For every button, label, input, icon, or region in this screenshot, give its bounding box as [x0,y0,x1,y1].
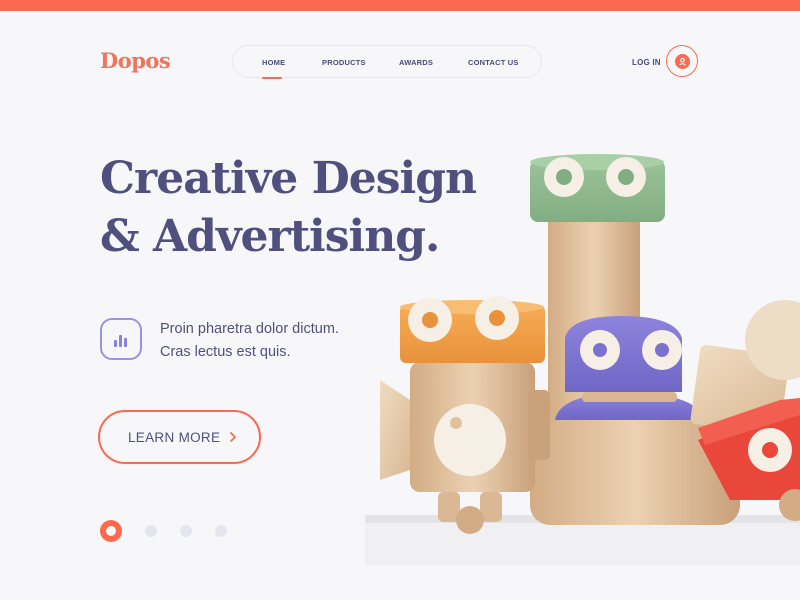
user-icon [674,53,690,69]
pager-dot-3[interactable] [180,525,192,537]
hero-illustration [365,154,800,565]
learn-more-button[interactable]: LEARN MORE [98,410,261,464]
pager-dot-2[interactable] [145,525,157,537]
nav-item-home[interactable]: HOME [262,58,285,67]
feature-description: Proin pharetra dolor dictum. Cras lectus… [160,318,339,364]
user-account-button[interactable] [666,45,698,77]
nav-item-awards[interactable]: AWARDS [399,58,433,67]
feature-line-1: Proin pharetra dolor dictum. [160,321,339,337]
main-nav: HOME PRODUCTS AWARDS CONTACT US [232,45,542,78]
bar-chart-icon [100,318,142,360]
nav-item-products[interactable]: PRODUCTS [322,58,366,67]
brand-logo[interactable]: Dopos [100,48,171,73]
nav-item-contact-us[interactable]: CONTACT US [468,58,519,67]
login-link[interactable]: LOG IN [632,58,661,67]
top-accent-bar [0,0,800,11]
pager-dot-1[interactable] [100,520,122,542]
nav-active-indicator [262,77,282,79]
learn-more-label: LEARN MORE [128,430,221,445]
pager-dot-4[interactable] [215,525,227,537]
feature-line-2: Cras lectus est quis. [160,344,291,360]
chevron-right-icon [229,431,237,446]
